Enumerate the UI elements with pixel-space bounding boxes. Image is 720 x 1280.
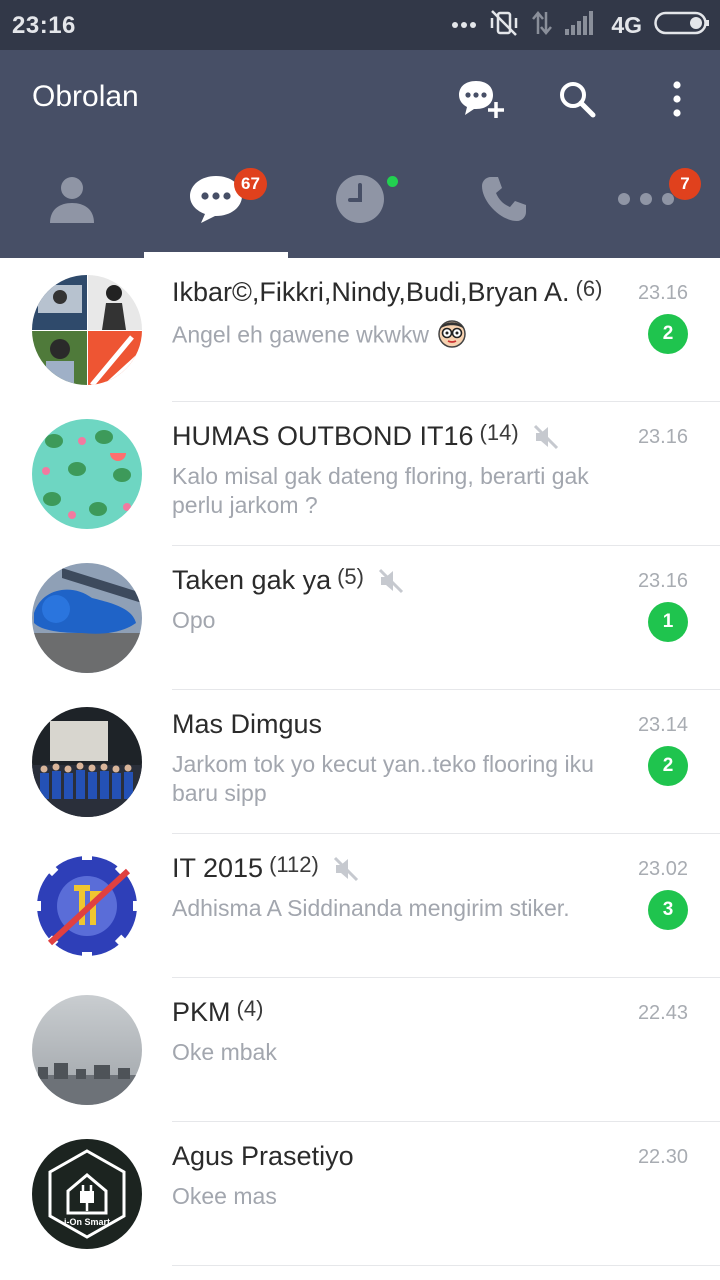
chat-time: 23.02 xyxy=(637,858,688,880)
contact-avatar xyxy=(32,707,142,817)
signal-icon xyxy=(565,10,599,40)
app-header: Obrolan 67 7 xyxy=(0,50,720,258)
more-badge: 7 xyxy=(669,168,701,200)
chat-name: IT 2015 xyxy=(172,853,264,883)
more-horizontal-icon xyxy=(616,191,680,212)
member-count: (6) xyxy=(575,275,603,301)
chat-row[interactable]: PKM (4) Oke mbak 22.43 xyxy=(0,978,720,1122)
unread-count-badge: 3 xyxy=(648,890,688,930)
last-message: Angel eh gawene wkwkw xyxy=(172,318,618,355)
tab-bar: 67 7 xyxy=(0,150,720,258)
chat-time: 22.30 xyxy=(637,1146,688,1168)
chat-time: 23.16 xyxy=(637,426,688,448)
overflow-menu-button[interactable] xyxy=(652,76,702,126)
data-arrows-icon xyxy=(531,10,553,41)
mute-icon xyxy=(533,424,559,450)
tab-timeline[interactable] xyxy=(288,150,432,258)
group-avatar xyxy=(32,419,142,529)
chat-name: Taken gak ya xyxy=(172,565,332,595)
contact-avatar: i-On Smart xyxy=(32,1139,142,1249)
vibrate-off-icon xyxy=(489,9,519,42)
member-count: (4) xyxy=(236,995,264,1021)
chats-unread-badge: 67 xyxy=(234,168,267,200)
last-message: Jarkom tok yo kecut yan..teko flooring i… xyxy=(172,751,594,806)
last-message: Adhisma A Siddinanda mengirim stiker. xyxy=(172,895,570,921)
chat-row[interactable]: IT 2015 (112) Adhisma A Siddinanda mengi… xyxy=(0,834,720,978)
new-chat-icon xyxy=(457,78,505,125)
chat-name: PKM xyxy=(172,997,231,1027)
tab-friends[interactable] xyxy=(0,150,144,258)
chat-list: Ikbar©,Fikkri,Nindy,Budi,Bryan A. (6) An… xyxy=(0,258,720,1266)
chat-row[interactable]: Mas Dimgus Jarkom tok yo kecut yan..teko… xyxy=(0,690,720,834)
member-count: (112) xyxy=(269,851,319,877)
divider xyxy=(172,1265,720,1266)
chat-row[interactable]: Taken gak ya (5) Opo 23.16 1 xyxy=(0,546,720,690)
clock-icon xyxy=(334,173,386,230)
chat-row[interactable]: Ikbar©,Fikkri,Nindy,Budi,Bryan A. (6) An… xyxy=(0,258,720,402)
mute-icon xyxy=(378,568,404,594)
tab-more[interactable]: 7 xyxy=(576,150,720,258)
page-title: Obrolan xyxy=(32,80,139,113)
unread-count-badge: 2 xyxy=(648,746,688,786)
network-type: 4G xyxy=(611,11,642,38)
unread-count-badge: 1 xyxy=(648,602,688,642)
last-message: Opo xyxy=(172,607,216,633)
chat-time: 23.14 xyxy=(637,714,688,736)
mute-icon xyxy=(333,856,359,882)
search-icon xyxy=(558,80,596,123)
member-count: (14) xyxy=(479,419,519,445)
more-vertical-icon xyxy=(672,80,682,122)
chat-row[interactable]: HUMAS OUTBOND IT16 (14) Kalo misal gak d… xyxy=(0,402,720,546)
phone-icon xyxy=(479,174,529,229)
chat-time: 22.43 xyxy=(637,1002,688,1024)
chat-name: Agus Prasetiyo xyxy=(172,1141,354,1171)
avatar-logo-text: i-On Smart xyxy=(64,1217,110,1227)
tab-calls[interactable] xyxy=(432,150,576,258)
search-button[interactable] xyxy=(552,76,602,126)
status-time: 23:16 xyxy=(12,12,76,39)
group-avatar xyxy=(32,851,142,961)
battery-icon xyxy=(654,11,710,40)
group-avatar xyxy=(32,563,142,673)
unread-count-badge: 2 xyxy=(648,314,688,354)
new-chat-button[interactable] xyxy=(456,76,506,126)
chat-name: Ikbar©,Fikkri,Nindy,Budi,Bryan A. xyxy=(172,277,570,307)
chat-time: 23.16 xyxy=(637,570,688,592)
timeline-new-dot xyxy=(387,176,398,187)
more-notifications-icon xyxy=(451,16,477,34)
group-avatar xyxy=(32,275,142,385)
chat-name: HUMAS OUTBOND IT16 xyxy=(172,421,474,451)
chat-row[interactable]: i-On Smart Agus Prasetiyo Okee mas 22.30 xyxy=(0,1122,720,1266)
person-icon xyxy=(46,173,98,230)
last-message: Kalo misal gak dateng floring, berarti g… xyxy=(172,463,589,518)
status-bar: 23:16 4G xyxy=(0,0,720,50)
tab-chats[interactable]: 67 xyxy=(144,150,288,258)
group-avatar xyxy=(32,995,142,1105)
member-count: (5) xyxy=(337,563,364,589)
last-message: Oke mbak xyxy=(172,1039,277,1065)
chat-time: 23.16 xyxy=(637,282,688,304)
last-message: Okee mas xyxy=(172,1183,277,1209)
glasses-face-emoji-icon xyxy=(437,318,467,355)
chat-name: Mas Dimgus xyxy=(172,709,323,739)
